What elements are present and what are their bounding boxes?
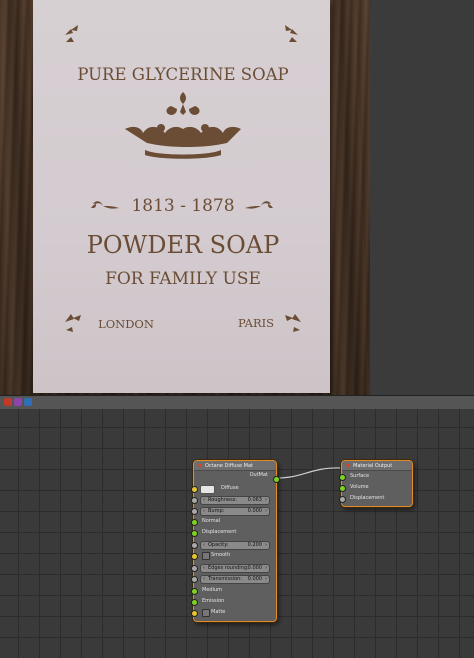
node-title: Octane Diffuse Mat [205, 462, 254, 469]
volume-socket[interactable] [338, 485, 346, 492]
crown-icon [125, 92, 241, 159]
medium-socket[interactable] [190, 588, 198, 595]
volume-label: Volume [350, 484, 369, 490]
edges-rounding-field[interactable]: ‹ Edges rounding: 0.000 › [200, 564, 270, 573]
surface-socket[interactable] [338, 474, 346, 481]
smooth-label: Smooth [211, 552, 231, 558]
increment-icon[interactable]: › [265, 508, 267, 515]
opacity-field[interactable]: ‹ Opacity: 0.200 › [200, 541, 270, 550]
viewport-empty-area [370, 0, 474, 395]
flourish-top-right-icon [285, 25, 298, 42]
texture-left-city: LONDON [98, 317, 154, 331]
node-title: Material Output [353, 462, 393, 469]
displacement-label: Displacement [350, 495, 385, 501]
editor-type-button[interactable] [4, 398, 12, 406]
edges-rounding-socket[interactable] [190, 565, 198, 572]
emission-socket[interactable] [190, 599, 198, 606]
outmat-socket[interactable] [272, 476, 280, 483]
collapse-icon[interactable] [346, 464, 350, 468]
texture-headline: POWDER SOAP [87, 231, 280, 259]
transmission-socket[interactable] [190, 576, 198, 583]
node-editor-canvas[interactable]: Octane Diffuse Mat OutMat Diffuse ‹ Roug… [0, 409, 474, 658]
flourish-top-left-icon [65, 25, 78, 42]
flourish-bottom-right-icon [285, 314, 301, 332]
matte-checkbox[interactable] [202, 609, 210, 617]
roughness-field[interactable]: ‹ Roughness: 0.063 › [200, 496, 270, 505]
texture-years: 1813 - 1878 [131, 196, 234, 216]
decrement-icon[interactable]: ‹ [203, 542, 205, 549]
octane-diffuse-node[interactable]: Octane Diffuse Mat OutMat Diffuse ‹ Roug… [190, 460, 280, 622]
diffuse-socket[interactable] [190, 486, 198, 493]
increment-icon[interactable]: › [265, 565, 267, 572]
displacement-socket[interactable] [338, 496, 346, 503]
soap-label-texture: PURE GLYCERINE SOAP 1813 - 1878 POWDER S… [33, 0, 330, 393]
node-header[interactable]: Material Output [342, 461, 412, 471]
texture-artwork: PURE GLYCERINE SOAP 1813 - 1878 POWDER S… [65, 25, 301, 332]
surface-label: Surface [350, 473, 370, 479]
node-editor-header [0, 395, 474, 410]
3d-viewport[interactable]: PURE GLYCERINE SOAP 1813 - 1878 POWDER S… [0, 0, 474, 395]
matte-label: Matte [211, 609, 226, 615]
increment-icon[interactable]: › [265, 576, 267, 583]
decrement-icon[interactable]: ‹ [203, 508, 205, 515]
decrement-icon[interactable]: ‹ [203, 565, 205, 572]
increment-icon[interactable]: › [265, 542, 267, 549]
displacement-socket[interactable] [190, 530, 198, 537]
diffuse-color-swatch[interactable] [200, 485, 215, 494]
texture-subline: FOR FAMILY USE [105, 269, 261, 289]
decrement-icon[interactable]: ‹ [203, 576, 205, 583]
collapse-icon[interactable] [198, 464, 202, 468]
transmission-field[interactable]: ‹ Transmission: 0.000 › [200, 575, 270, 584]
smooth-checkbox[interactable] [202, 552, 210, 560]
increment-icon[interactable]: › [265, 497, 267, 504]
flourish-bottom-left-icon [65, 314, 81, 332]
normal-socket[interactable] [190, 519, 198, 526]
normal-label: Normal [202, 518, 221, 524]
node-header[interactable]: Octane Diffuse Mat [194, 461, 276, 471]
emission-label: Emission [202, 598, 225, 604]
flourish-right-icon [245, 201, 273, 209]
smooth-socket[interactable] [190, 553, 198, 560]
roughness-socket[interactable] [190, 497, 198, 504]
medium-label: Medium [202, 587, 222, 593]
flourish-left-icon [91, 201, 119, 209]
decrement-icon[interactable]: ‹ [203, 497, 205, 504]
texture-title: PURE GLYCERINE SOAP [77, 65, 288, 84]
opacity-socket[interactable] [190, 542, 198, 549]
diffuse-label: Diffuse [221, 485, 239, 491]
texture-right-city: PARIS [238, 316, 274, 330]
view-menu-button[interactable] [14, 398, 22, 406]
bump-field[interactable]: ‹ Bump: 0.000 › [200, 507, 270, 516]
displacement-label: Displacement [202, 529, 237, 535]
bump-socket[interactable] [190, 508, 198, 515]
matte-socket[interactable] [190, 610, 198, 617]
output-label: OutMat [249, 472, 268, 478]
select-menu-button[interactable] [24, 398, 32, 406]
material-output-node[interactable]: Material Output Surface Volume Displacem… [338, 460, 413, 507]
